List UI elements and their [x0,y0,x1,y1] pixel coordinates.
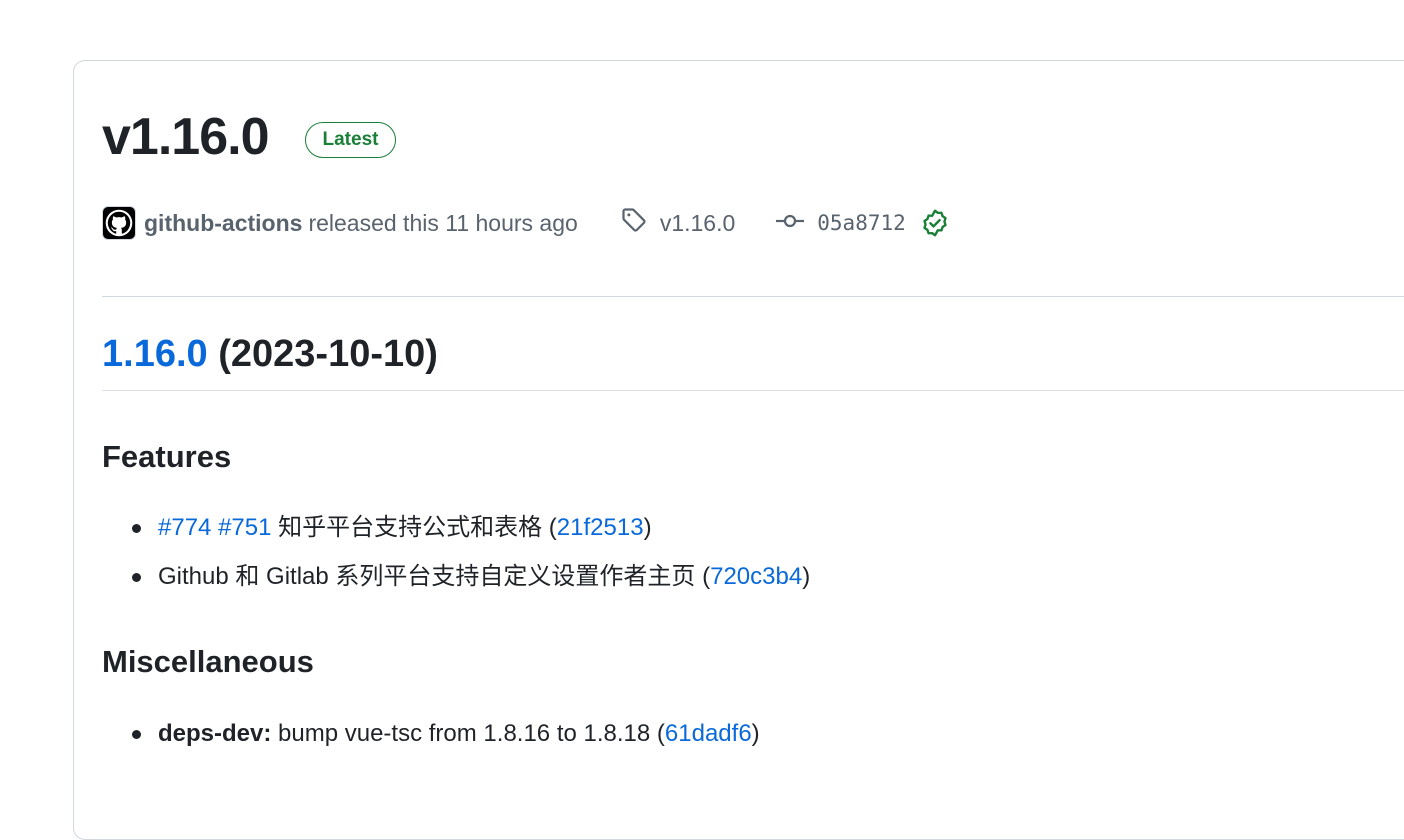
released-time: released this 11 hours ago [308,209,578,236]
git-commit-icon [775,210,805,237]
author-link[interactable]: github-actions [144,210,302,237]
commit-link[interactable]: 720c3b4 [710,563,802,590]
tag-label: v1.16.0 [659,209,736,236]
version-link[interactable]: 1.16.0 [102,333,208,375]
list-item: deps-dev: bump vue-tsc from 1.8.16 to 1.… [102,709,760,758]
version-date: (2023-10-10) [218,333,438,375]
release-title[interactable]: v1.16.0 [102,107,269,167]
list-item-text: 知乎平台支持公式和表格 [278,514,543,541]
features-list: #774 #751 知乎平台支持公式和表格 (21f2513) Github 和… [102,503,810,601]
github-mark-icon[interactable] [102,206,136,240]
features-heading: Features [102,439,232,474]
paren-close: ) [802,563,811,590]
issue-link[interactable]: #774 [158,514,211,541]
paren-open: ( [656,720,665,747]
misc-heading: Miscellaneous [102,644,314,679]
scope-label: deps-dev: [158,720,272,747]
paren-close: ) [751,720,760,747]
verified-check-icon[interactable] [920,208,950,238]
issue-link[interactable]: #751 [218,514,271,541]
release-header: v1.16.0 Latest [102,107,397,167]
tag-icon [620,206,648,240]
misc-list: deps-dev: bump vue-tsc from 1.8.16 to 1.… [102,709,760,758]
paren-close: ) [643,514,652,541]
list-item: #774 #751 知乎平台支持公式和表格 (21f2513) [102,503,810,552]
release-meta: github-actions released this 11 hours ag… [102,204,950,242]
list-item-text: Github 和 Gitlab 系列平台支持自定义设置作者主页 [158,563,696,590]
commit-link[interactable]: 61dadf6 [665,720,752,747]
release-card: v1.16.0 Latest github-actions released t… [73,60,1404,840]
commit-link[interactable]: 05a8712 [775,208,950,238]
list-item: Github 和 Gitlab 系列平台支持自定义设置作者主页 (720c3b4… [102,552,810,601]
paren-open: ( [702,563,711,590]
tag-link[interactable]: v1.16.0 [620,206,735,240]
commit-link[interactable]: 21f2513 [557,514,644,541]
commit-sha: 05a8712 [817,211,906,235]
paren-open: ( [548,514,557,541]
heading-underline [102,390,1404,391]
list-item-text: bump vue-tsc from 1.8.16 to 1.8.18 [278,720,651,747]
divider [102,296,1404,297]
latest-badge: Latest [304,122,397,158]
version-heading: 1.16.0 (2023-10-10) [102,329,438,379]
